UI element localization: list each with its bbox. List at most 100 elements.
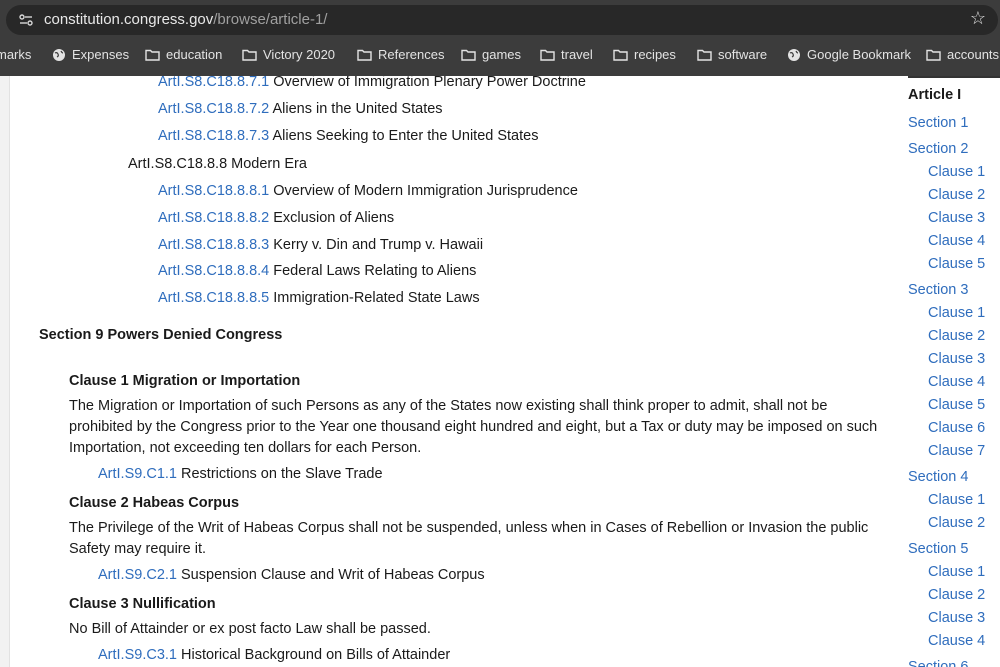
toc-row-link[interactable]: ArtI.S8.C18.8.7.3 bbox=[158, 128, 269, 144]
bookmark-item[interactable]: games bbox=[461, 47, 521, 62]
clause-2-ref: ArtI.S9.C2.1 Suspension Clause and Writ … bbox=[98, 567, 485, 583]
bookmark-label: Expenses bbox=[72, 47, 130, 62]
bookmark-label: Victory 2020 bbox=[263, 47, 336, 62]
folder-icon bbox=[540, 48, 555, 61]
clause-3-text: No Bill of Attainder or ex post facto La… bbox=[69, 621, 431, 637]
sidebar-clause-link[interactable]: Clause 3 bbox=[928, 610, 985, 626]
toc-row-link[interactable]: ArtI.S8.C18.8.8.5 bbox=[158, 290, 269, 306]
bookmark-label: travel bbox=[561, 47, 593, 62]
bookmark-label: Google Bookmark bbox=[807, 47, 912, 62]
bookmark-item[interactable]: education bbox=[145, 47, 222, 62]
sidebar-clause-link[interactable]: Clause 3 bbox=[928, 210, 985, 226]
sidebar-clause-link[interactable]: Clause 2 bbox=[928, 328, 985, 344]
toc-row: ArtI.S8.C18.8.8 Modern Era bbox=[128, 156, 307, 172]
toc-row-text: Kerry v. Din and Trump v. Hawaii bbox=[273, 237, 484, 253]
bookmark-label: software bbox=[718, 47, 768, 62]
toc-row: ArtI.S8.C18.8.7.1 Overview of Immigratio… bbox=[158, 76, 586, 90]
sidebar-clause-link[interactable]: Clause 5 bbox=[928, 256, 985, 272]
bookmark-item[interactable]: travel bbox=[540, 47, 593, 62]
folder-icon bbox=[357, 48, 372, 61]
bookmark-item[interactable]: software bbox=[697, 47, 767, 62]
sidebar-clause-link[interactable]: Clause 7 bbox=[928, 443, 985, 459]
toc-row-text: Exclusion of Aliens bbox=[273, 210, 395, 226]
toc-row-text: Aliens in the United States bbox=[272, 101, 443, 117]
address-bar[interactable]: constitution.congress.gov/browse/article… bbox=[6, 5, 998, 35]
clause-2-text: The Privilege of the Writ of Habeas Corp… bbox=[69, 520, 869, 557]
sidebar-section-link[interactable]: Section 1 bbox=[908, 115, 968, 131]
toc-row: ArtI.S8.C18.8.8.2 Exclusion of Aliens bbox=[158, 210, 394, 226]
sidebar-clause-link[interactable]: Clause 2 bbox=[928, 587, 985, 603]
sidebar-section-link[interactable]: Section 6 bbox=[908, 659, 968, 667]
bookmark-item[interactable]: accounts bbox=[926, 47, 999, 62]
clause-3-ref: ArtI.S9.C3.1 Historical Background on Bi… bbox=[98, 647, 450, 663]
toc-row-link[interactable]: ArtI.S8.C18.8.8.3 bbox=[158, 237, 269, 253]
bookmark-star-icon[interactable]: ☆ bbox=[970, 8, 986, 29]
sidebar-clause-link[interactable]: Clause 4 bbox=[928, 633, 985, 649]
clause-1-text: The Migration or Importation of such Per… bbox=[69, 398, 878, 456]
sidebar-clause-link[interactable]: Clause 1 bbox=[928, 305, 985, 321]
sidebar-clause-link[interactable]: Clause 5 bbox=[928, 397, 985, 413]
toc-row-link[interactable]: ArtI.S8.C18.8.7.1 bbox=[158, 76, 269, 90]
bookmark-item[interactable]: Victory 2020 bbox=[242, 47, 335, 62]
clause-3-heading: Clause 3 Nullification bbox=[69, 596, 216, 612]
section-9-heading: Section 9 Powers Denied Congress bbox=[39, 327, 283, 343]
toc-row-link[interactable]: ArtI.S8.C18.8.8.4 bbox=[158, 263, 269, 279]
bookmark-label: recipes bbox=[634, 47, 676, 62]
toc-row-text: Overview of Modern Immigration Jurisprud… bbox=[273, 183, 578, 199]
bookmark-item[interactable]: Google Bookmark bbox=[787, 47, 911, 62]
sidebar-clause-link[interactable]: Clause 4 bbox=[928, 374, 985, 390]
sidebar-section-link[interactable]: Section 4 bbox=[908, 469, 968, 485]
toc-row-text: Overview of Immigration Plenary Power Do… bbox=[273, 76, 586, 90]
browser-chrome: constitution.congress.gov/browse/article… bbox=[0, 0, 1000, 76]
clause-2-heading: Clause 2 Habeas Corpus bbox=[69, 495, 240, 511]
sidebar-clause-link[interactable]: Clause 1 bbox=[928, 564, 985, 580]
bookmarks-bar: marks Expenses education Victory 2020 Refere… bbox=[0, 40, 1000, 72]
sidebar-clause-link[interactable]: Clause 6 bbox=[928, 420, 985, 436]
bookmark-item[interactable]: References bbox=[357, 47, 444, 62]
folder-icon bbox=[613, 48, 628, 61]
globe-icon bbox=[787, 48, 801, 62]
toc-row-text: Aliens Seeking to Enter the United State… bbox=[272, 128, 539, 144]
clause-1-ref: ArtI.S9.C1.1 Restrictions on the Slave T… bbox=[98, 466, 383, 482]
sidebar-section-link[interactable]: Section 5 bbox=[908, 541, 968, 557]
toc-row-link[interactable]: ArtI.S8.C18.8.7.2 bbox=[158, 101, 269, 117]
clause-3-ref-text: Historical Background on Bills of Attain… bbox=[181, 647, 451, 663]
bookmark-item[interactable]: marks bbox=[0, 47, 31, 62]
toc-row-link[interactable]: ArtI.S8.C18.8.8.1 bbox=[158, 183, 269, 199]
folder-icon bbox=[697, 48, 712, 61]
article-sidebar: Article I Section 1 Section 2 Clause 1 Clau… bbox=[900, 76, 1000, 667]
url-host: constitution.congress.gov bbox=[44, 11, 214, 28]
sidebar-clause-link[interactable]: Clause 2 bbox=[928, 187, 985, 203]
sidebar-clause-link[interactable]: Clause 2 bbox=[928, 515, 985, 531]
globe-icon bbox=[52, 48, 66, 62]
clause-1-ref-link[interactable]: ArtI.S9.C1.1 bbox=[98, 466, 177, 482]
bookmark-item[interactable]: Expenses bbox=[52, 47, 129, 62]
toc-row-text: Federal Laws Relating to Aliens bbox=[273, 263, 477, 279]
sidebar-clause-link[interactable]: Clause 4 bbox=[928, 233, 985, 249]
sidebar-section-link[interactable]: Section 3 bbox=[908, 282, 968, 298]
sidebar-clause-link[interactable]: Clause 1 bbox=[928, 492, 985, 508]
main-content: ArtI.S8.C18.8.7.1 Overview of Immigratio… bbox=[0, 76, 900, 667]
toc-row-text: ArtI.S8.C18.8.8 Modern Era bbox=[128, 156, 307, 172]
toc-row: ArtI.S8.C18.8.7.2 Aliens in the United S… bbox=[158, 101, 443, 117]
site-settings-icon[interactable] bbox=[18, 12, 34, 28]
toc-row: ArtI.S8.C18.8.8.4 Federal Laws Relating … bbox=[158, 263, 476, 279]
page-body: ArtI.S8.C18.8.7.1 Overview of Immigratio… bbox=[0, 76, 1000, 667]
sidebar-title: Article I bbox=[908, 87, 962, 103]
sidebar-clause-link[interactable]: Clause 1 bbox=[928, 164, 985, 180]
url-text[interactable]: constitution.congress.gov/browse/article… bbox=[44, 11, 327, 28]
bookmark-label: accounts bbox=[947, 47, 1000, 62]
folder-icon bbox=[461, 48, 476, 61]
clause-1-heading: Clause 1 Migration or Importation bbox=[69, 373, 301, 389]
toc-row-link[interactable]: ArtI.S8.C18.8.8.2 bbox=[158, 210, 269, 226]
folder-icon bbox=[242, 48, 257, 61]
toc-row: ArtI.S8.C18.8.8.3 Kerry v. Din and Trump… bbox=[158, 237, 483, 253]
sidebar-divider bbox=[908, 76, 1000, 78]
toc-row: ArtI.S8.C18.8.8.5 Immigration-Related St… bbox=[158, 290, 480, 306]
bookmark-label: References bbox=[378, 47, 445, 62]
clause-3-ref-link[interactable]: ArtI.S9.C3.1 bbox=[98, 647, 177, 663]
bookmark-item[interactable]: recipes bbox=[613, 47, 676, 62]
clause-2-ref-link[interactable]: ArtI.S9.C2.1 bbox=[98, 567, 177, 583]
sidebar-section-link[interactable]: Section 2 bbox=[908, 141, 968, 157]
sidebar-clause-link[interactable]: Clause 3 bbox=[928, 351, 985, 367]
